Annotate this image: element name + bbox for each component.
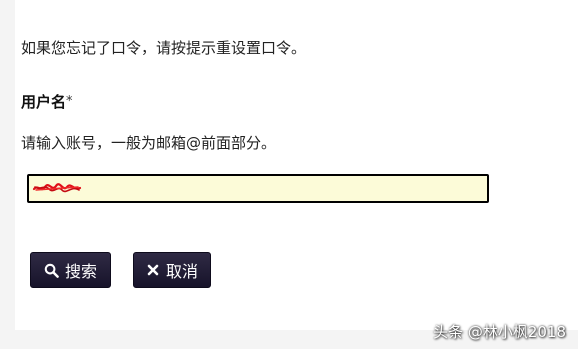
watermark: 头条 @林小枫2018 [433, 323, 566, 341]
username-label: 用户名* [21, 93, 73, 111]
close-icon [146, 262, 160, 278]
search-button[interactable]: 搜索 [30, 252, 111, 288]
required-marker: * [66, 94, 73, 109]
search-button-label: 搜索 [65, 262, 98, 281]
cancel-button[interactable]: 取消 [133, 252, 211, 288]
cancel-button-label: 取消 [165, 262, 198, 281]
search-icon [43, 262, 59, 278]
username-hint: 请输入账号，一般为邮箱@前面部分。 [21, 134, 277, 152]
username-input[interactable] [27, 174, 489, 203]
username-label-text: 用户名 [21, 93, 67, 111]
reset-instructions: 如果您忘记了口令，请按提示重设置口令。 [21, 39, 307, 57]
